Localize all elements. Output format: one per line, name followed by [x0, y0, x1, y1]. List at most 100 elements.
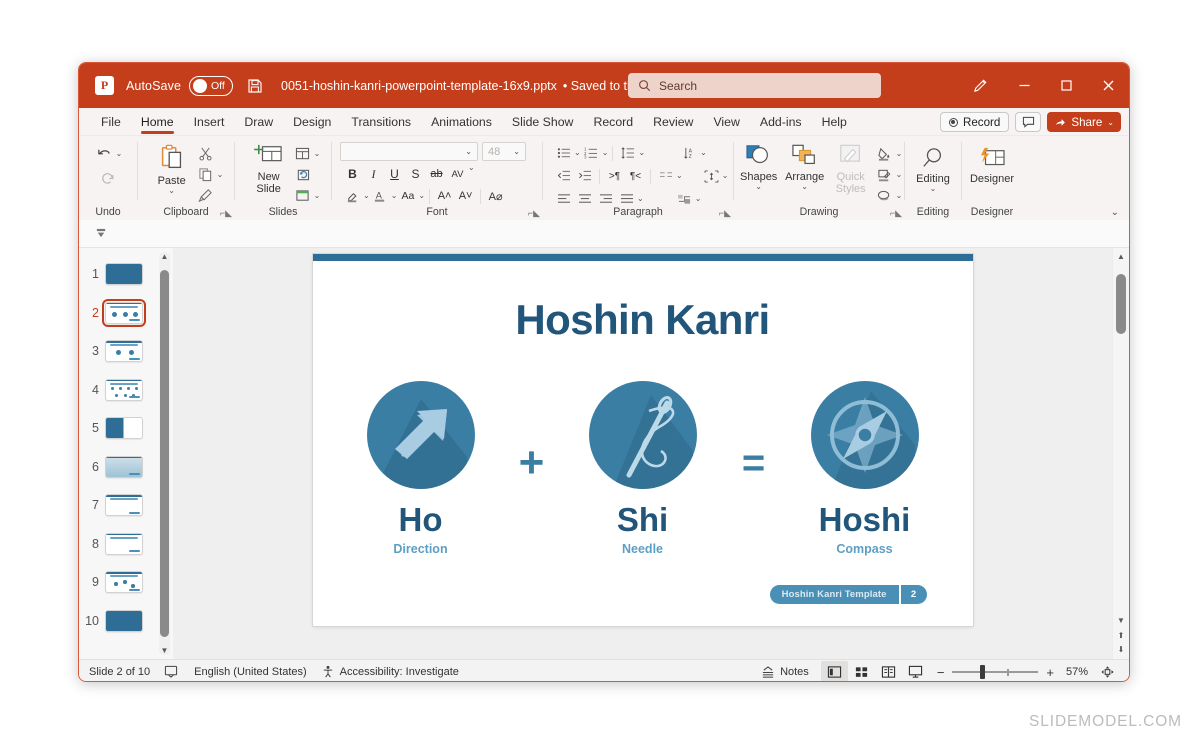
- layout-icon[interactable]: [292, 143, 314, 164]
- thumbnail-preview[interactable]: [105, 494, 143, 517]
- shape-fill-icon[interactable]: [874, 143, 896, 164]
- new-slide-button[interactable]: New Slide: [246, 141, 292, 195]
- scrollbar-thumb[interactable]: [160, 270, 169, 637]
- thumbnail-preview[interactable]: [105, 609, 143, 632]
- font-color-chevron-down-icon[interactable]: ⌄: [391, 192, 398, 200]
- sort-chevron-down-icon[interactable]: ⌄: [700, 149, 707, 157]
- shape-outline-icon[interactable]: [874, 164, 896, 185]
- thumbnail-preview[interactable]: [105, 263, 143, 286]
- zoom-level[interactable]: 57%: [1060, 666, 1088, 678]
- reset-icon[interactable]: [292, 164, 314, 185]
- sort-text-icon[interactable]: AZ: [679, 143, 700, 163]
- font-name-combobox[interactable]: ⌄: [340, 142, 478, 161]
- section-icon[interactable]: [292, 185, 314, 206]
- language-indicator[interactable]: English (United States): [194, 666, 307, 678]
- scroll-up-arrow-icon[interactable]: ▲: [1113, 252, 1129, 261]
- paste-chevron-down-icon[interactable]: ⌄: [168, 187, 175, 195]
- view-slideshow-button[interactable]: [902, 661, 929, 681]
- font-size-combobox[interactable]: 48 ⌄: [482, 142, 526, 161]
- thumbnail-scrollbar[interactable]: ▲ ▼: [159, 252, 170, 655]
- canvas-scrollbar[interactable]: ▲ ▼ ⬆ ⬇: [1112, 248, 1129, 659]
- increase-font-size-icon[interactable]: A˄: [434, 186, 455, 206]
- view-slide-sorter-button[interactable]: [848, 661, 875, 681]
- record-button[interactable]: Record: [939, 112, 1010, 132]
- tab-insert[interactable]: Insert: [184, 108, 235, 136]
- zoom-track[interactable]: [952, 665, 1039, 679]
- section-chevron-down-icon[interactable]: ⌄: [314, 191, 321, 200]
- text-highlight-color-icon[interactable]: [342, 186, 363, 206]
- paste-button[interactable]: Paste ⌄: [149, 141, 195, 195]
- maximize-button[interactable]: [1045, 63, 1087, 108]
- slide-thumbnail-pane[interactable]: 1 2 3 4 5 6 7 8 9 10 ▲ ▼: [79, 248, 173, 659]
- shape-outline-chevron-down-icon[interactable]: ⌄: [896, 170, 903, 179]
- thumbnail-preview[interactable]: [105, 378, 143, 401]
- tab-view[interactable]: View: [703, 108, 749, 136]
- align-text-vertical-icon[interactable]: [701, 166, 722, 186]
- font-name-chevron-down-icon[interactable]: ⌄: [465, 147, 472, 156]
- shape-fill-chevron-down-icon[interactable]: ⌄: [896, 149, 903, 158]
- tab-animations[interactable]: Animations: [421, 108, 502, 136]
- numbering-chevron-down-icon[interactable]: ⌄: [602, 149, 609, 157]
- close-button[interactable]: [1087, 63, 1129, 108]
- bullets-chevron-down-icon[interactable]: ⌄: [574, 149, 581, 157]
- editing-button[interactable]: Editing ⌄: [910, 145, 956, 193]
- shapes-chevron-down-icon[interactable]: ⌄: [755, 183, 762, 191]
- slide-canvas[interactable]: Hoshin Kanri Ho Direction + Shi Needle =…: [312, 254, 973, 626]
- rtl-text-direction-icon[interactable]: ¶<: [625, 166, 646, 186]
- search-input[interactable]: Search: [628, 73, 881, 98]
- shapes-button[interactable]: Shapes ⌄: [736, 141, 782, 191]
- slide-counter[interactable]: Slide 2 of 10: [89, 666, 150, 678]
- text-shadow-icon[interactable]: S: [405, 164, 426, 184]
- designer-button[interactable]: Designer: [965, 145, 1019, 185]
- redo-icon[interactable]: [97, 167, 119, 188]
- paragraph-dialog-launcher[interactable]: ⌐◣: [719, 208, 731, 219]
- bold-icon[interactable]: B: [342, 164, 363, 184]
- shape-effects-icon[interactable]: [874, 185, 896, 206]
- character-spacing-chevron-down-icon[interactable]: ⌄: [468, 164, 475, 172]
- share-button[interactable]: Share ⌄: [1047, 112, 1121, 132]
- undo-icon[interactable]: [94, 143, 116, 164]
- thumbnail-preview[interactable]: [105, 571, 143, 594]
- slide-block-ho[interactable]: Ho Direction: [336, 381, 506, 556]
- decrease-indent-icon[interactable]: [553, 166, 574, 186]
- font-color-icon[interactable]: A: [370, 186, 391, 206]
- copy-icon[interactable]: [195, 164, 217, 185]
- italic-icon[interactable]: I: [363, 164, 384, 184]
- ltr-text-direction-icon[interactable]: >¶: [604, 166, 625, 186]
- scroll-down-arrow-icon[interactable]: ▼: [1113, 616, 1129, 625]
- tab-record[interactable]: Record: [583, 108, 643, 136]
- copy-chevron-down-icon[interactable]: ⌄: [217, 170, 224, 179]
- thumbnail-preview[interactable]: [105, 417, 143, 440]
- columns-chevron-down-icon[interactable]: ⌄: [676, 172, 683, 180]
- layout-chevron-down-icon[interactable]: ⌄: [314, 149, 321, 158]
- zoom-handle[interactable]: [980, 665, 986, 679]
- qat-overflow-icon[interactable]: [95, 228, 107, 239]
- thumbnail-preview[interactable]: [105, 455, 143, 478]
- arrange-button[interactable]: Arrange ⌄: [782, 141, 828, 191]
- slide-block-shi[interactable]: Shi Needle: [558, 381, 728, 556]
- thumbnail-preview[interactable]: [102, 298, 146, 327]
- comments-button[interactable]: [1015, 112, 1042, 132]
- format-painter-icon[interactable]: [195, 185, 217, 206]
- accessibility-status[interactable]: Accessibility: Investigate: [340, 666, 459, 678]
- scroll-down-arrow-icon[interactable]: ▼: [159, 646, 170, 655]
- tab-review[interactable]: Review: [643, 108, 703, 136]
- increase-indent-icon[interactable]: [574, 166, 595, 186]
- clipboard-dialog-launcher[interactable]: ⌐◣: [220, 208, 232, 219]
- line-spacing-chevron-down-icon[interactable]: ⌄: [638, 149, 645, 157]
- underline-icon[interactable]: U: [384, 164, 405, 184]
- change-case-chevron-down-icon[interactable]: ⌄: [418, 192, 425, 200]
- slide-block-hoshi[interactable]: Hoshi Compass: [780, 381, 950, 556]
- zoom-out-button[interactable]: −: [937, 665, 945, 680]
- document-title[interactable]: 0051-hoshin-kanri-powerpoint-template-16…: [281, 79, 557, 93]
- slide-title[interactable]: Hoshin Kanri: [313, 296, 973, 344]
- thumbnail-preview[interactable]: [105, 340, 143, 363]
- next-slide-icon[interactable]: ⬇: [1113, 645, 1129, 654]
- save-icon[interactable]: [247, 78, 263, 94]
- clear-formatting-icon[interactable]: A⌀: [485, 186, 506, 206]
- undo-chevron-down-icon[interactable]: ⌄: [116, 149, 123, 158]
- tab-slide-show[interactable]: Slide Show: [502, 108, 584, 136]
- numbering-icon[interactable]: 123: [581, 143, 602, 163]
- view-reading-button[interactable]: [875, 661, 902, 681]
- editing-chevron-down-icon[interactable]: ⌄: [930, 185, 937, 193]
